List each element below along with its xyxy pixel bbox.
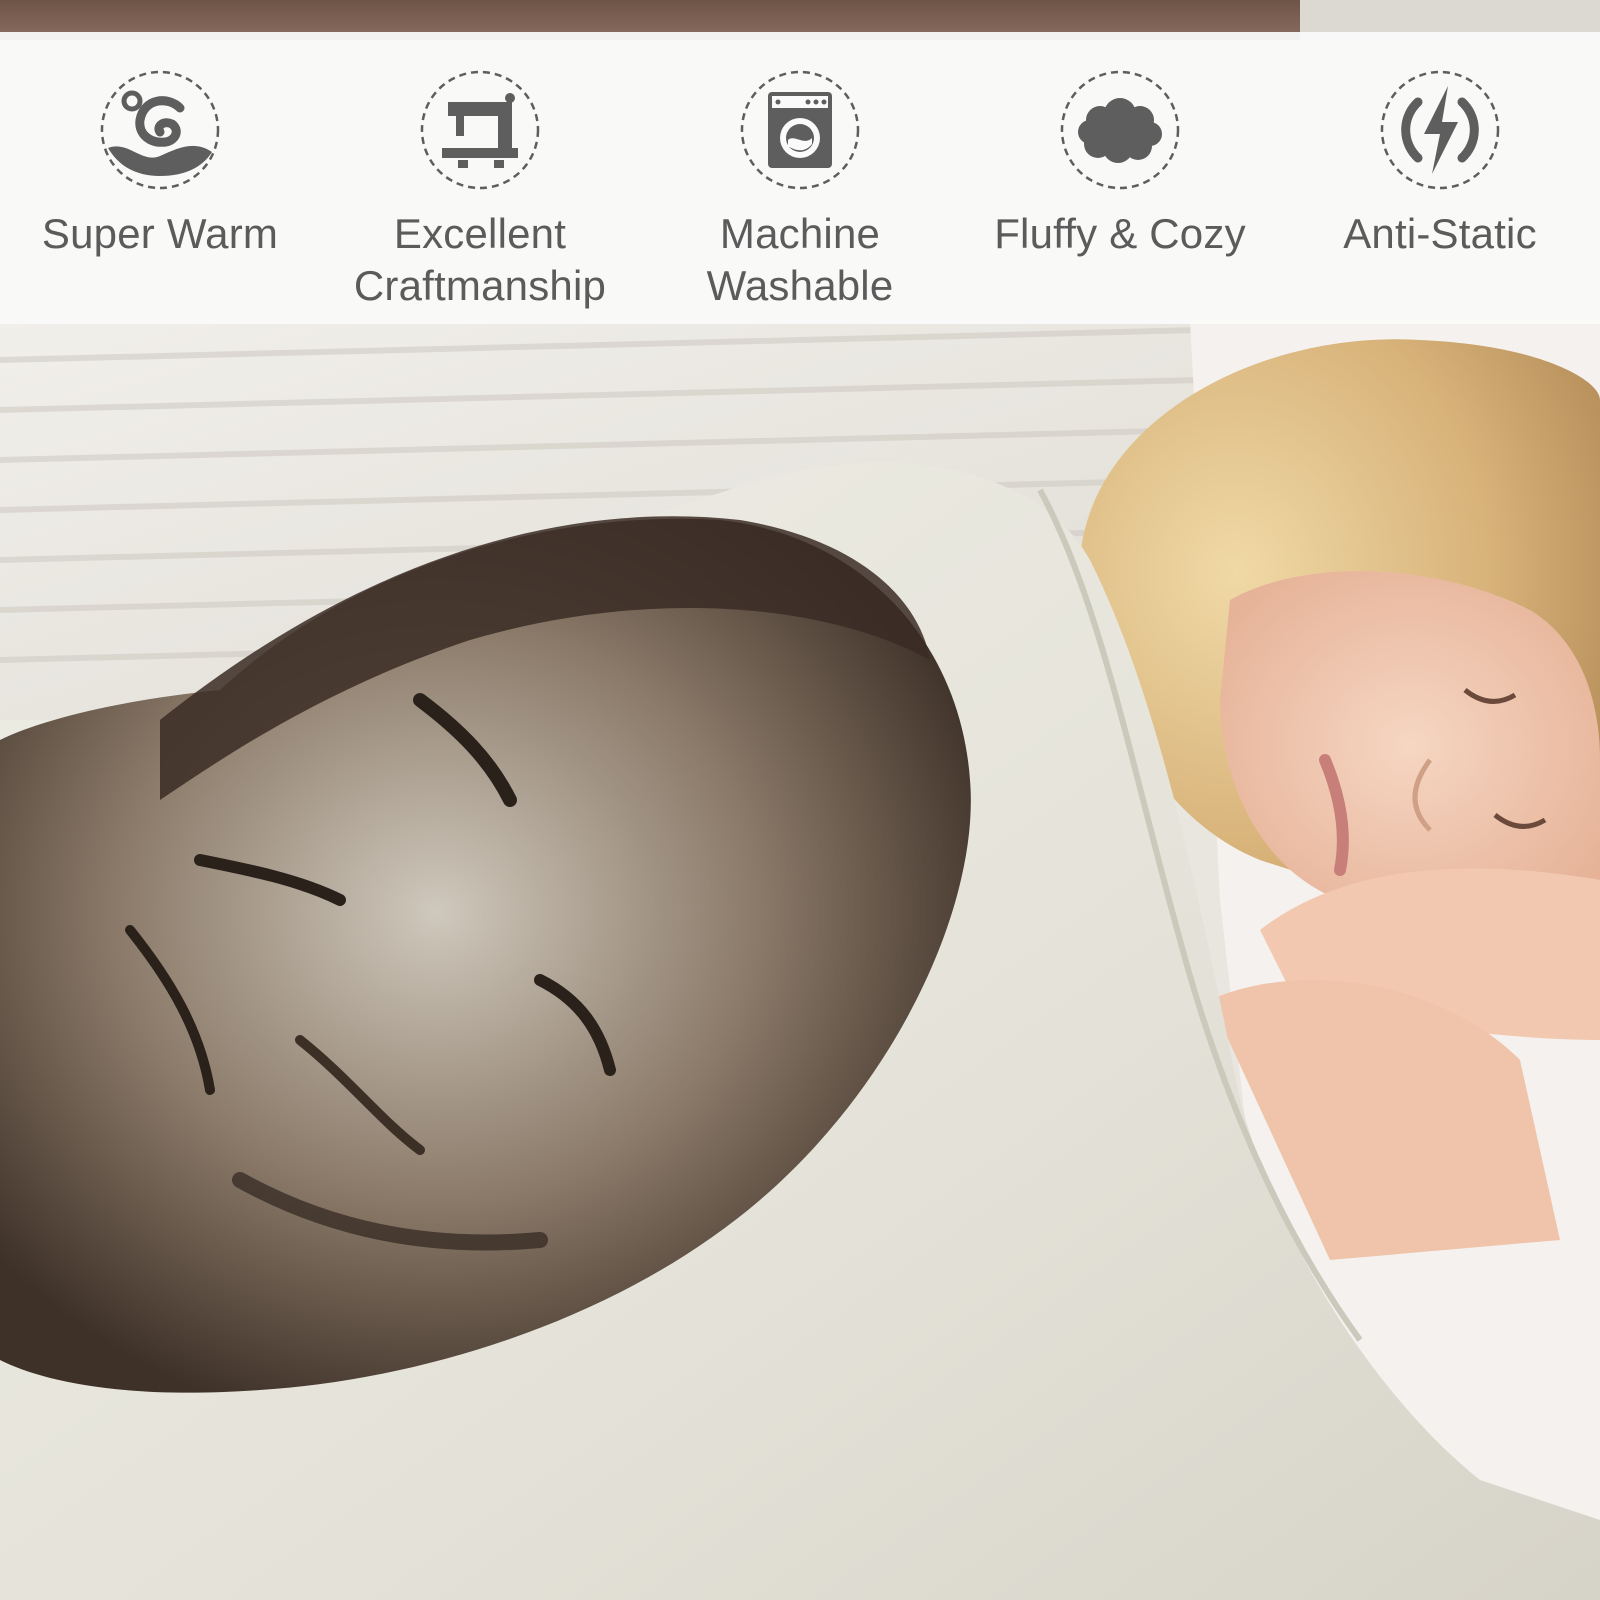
feature-anti-static: Anti-Static [1290,32,1590,324]
feature-label: Excellent Craftmanship [330,208,630,312]
feature-label-line: Machine [719,210,881,257]
feature-fluffy-cozy: Fluffy & Cozy [970,32,1270,324]
feature-label: Anti-Static [1290,208,1590,260]
feature-label-line: Washable [706,262,894,309]
feature-label-line: Super Warm [41,210,279,257]
feature-label: Machine Washable [650,208,950,312]
feature-label: Fluffy & Cozy [970,208,1270,260]
feature-label-line: Fluffy & Cozy [994,210,1246,257]
sewing-machine-icon [418,68,542,192]
feature-super-warm: Super Warm [10,32,310,324]
thermometer-wave-icon [98,68,222,192]
feature-excellent-craftmanship: Excellent Craftmanship [330,32,630,324]
feature-label: Super Warm [10,208,310,260]
feature-banner: Super Warm Excellent Craftmanship Machin… [0,32,1600,324]
feature-label-line: Anti-Static [1343,210,1537,257]
washing-machine-icon [738,68,862,192]
cloud-icon [1058,68,1182,192]
feature-machine-washable: Machine Washable [650,32,950,324]
feature-label-line: Excellent [393,210,567,257]
feature-label-line: Craftmanship [353,262,607,309]
lightning-bolt-icon [1378,68,1502,192]
